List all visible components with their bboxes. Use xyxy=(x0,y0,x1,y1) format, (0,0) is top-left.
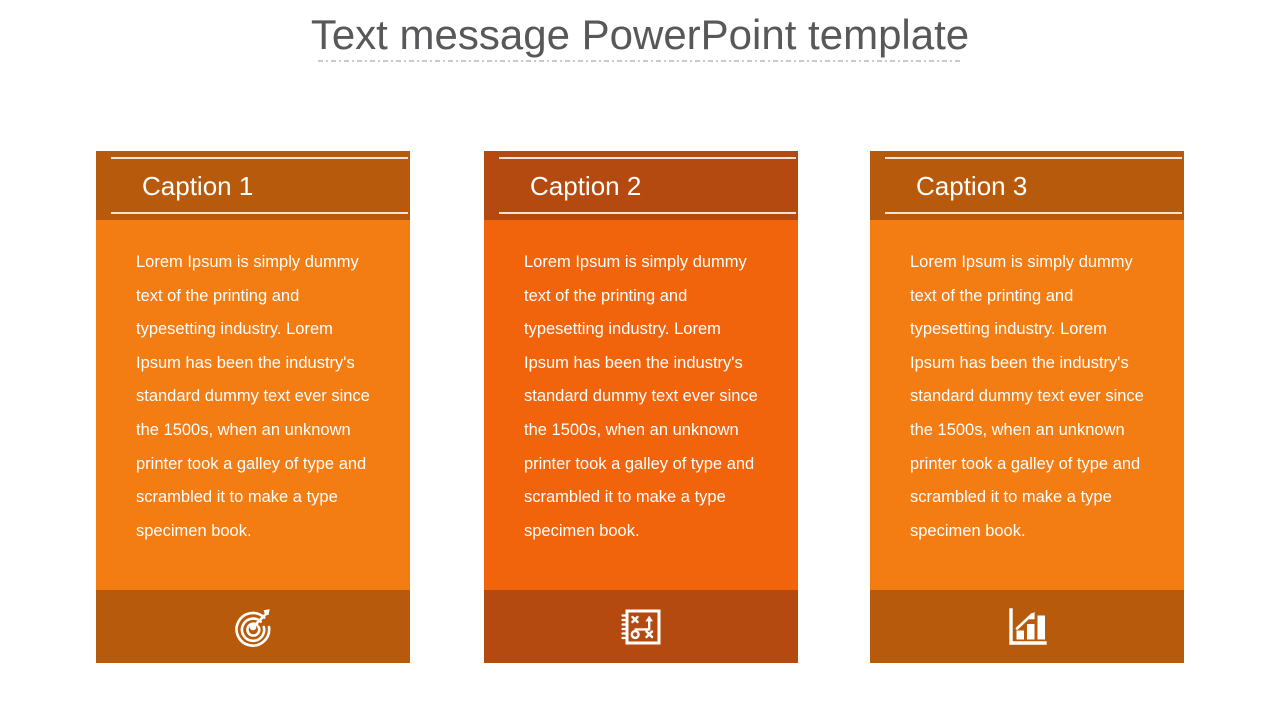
card-1-body: Lorem Ipsum is simply dummy text of the … xyxy=(96,220,410,590)
card-3-header: Caption 3 xyxy=(870,151,1184,220)
card-1-footer xyxy=(96,590,410,663)
card-3-header-rule-bottom xyxy=(885,212,1182,214)
card-1-caption: Caption 1 xyxy=(142,170,254,201)
card-1-header-rule-bottom xyxy=(111,212,408,214)
card-2-footer xyxy=(484,590,798,663)
card-2-body-text: Lorem Ipsum is simply dummy text of the … xyxy=(524,253,758,540)
card-2[interactable]: Caption 2 Lorem Ipsum is simply dummy te… xyxy=(484,151,798,663)
cards-row: Caption 1 Lorem Ipsum is simply dummy te… xyxy=(0,151,1280,664)
page-title: Text message PowerPoint template xyxy=(310,11,970,58)
card-3-body: Lorem Ipsum is simply dummy text of the … xyxy=(870,220,1184,590)
card-3[interactable]: Caption 3 Lorem Ipsum is simply dummy te… xyxy=(870,151,1184,663)
card-3-caption: Caption 3 xyxy=(916,170,1028,201)
card-1[interactable]: Caption 1 Lorem Ipsum is simply dummy te… xyxy=(96,151,410,663)
title-divider xyxy=(318,60,960,62)
card-2-header-rule-bottom xyxy=(499,212,796,214)
strategy-playbook-icon xyxy=(617,603,665,651)
card-1-header-rule-top xyxy=(111,157,408,159)
card-2-header-rule-top xyxy=(499,157,796,159)
card-3-footer xyxy=(870,590,1184,663)
bar-chart-growth-icon xyxy=(1003,603,1051,651)
card-1-header: Caption 1 xyxy=(96,151,410,220)
card-2-body: Lorem Ipsum is simply dummy text of the … xyxy=(484,220,798,590)
card-3-body-text: Lorem Ipsum is simply dummy text of the … xyxy=(910,253,1144,540)
title-block: Text message PowerPoint template xyxy=(0,8,1280,62)
card-2-caption: Caption 2 xyxy=(530,170,642,201)
card-2-header: Caption 2 xyxy=(484,151,798,220)
target-arrow-icon xyxy=(229,603,277,651)
card-1-body-text: Lorem Ipsum is simply dummy text of the … xyxy=(136,253,370,540)
slide-canvas: Text message PowerPoint template Caption… xyxy=(0,0,1280,720)
card-3-header-rule-top xyxy=(885,157,1182,159)
